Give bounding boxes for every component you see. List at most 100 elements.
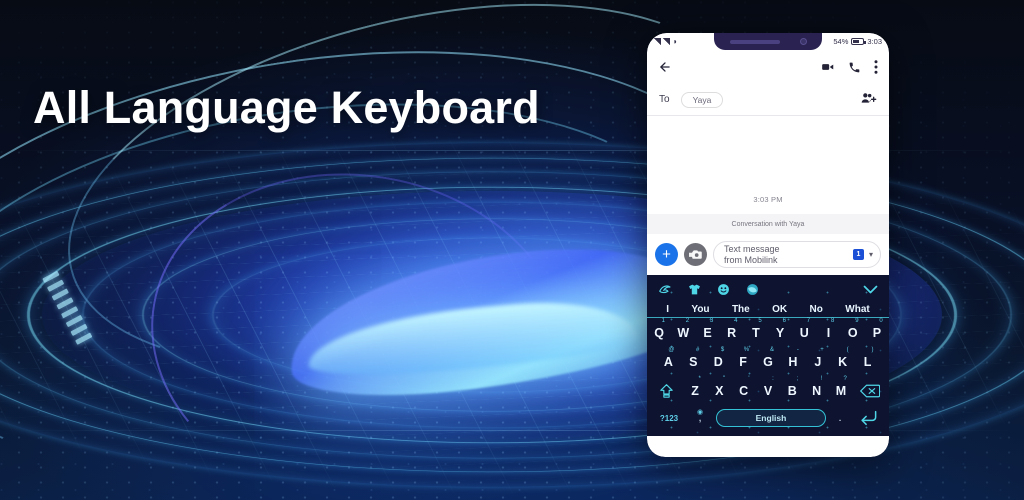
keyboard-toolbar xyxy=(647,278,889,301)
backspace-key-icon[interactable] xyxy=(853,377,886,404)
key-k[interactable]: (K xyxy=(830,347,855,375)
key-hint: ! xyxy=(820,376,823,382)
key-d[interactable]: $ D xyxy=(706,347,731,375)
comma-key[interactable]: ◉ , xyxy=(688,409,712,424)
suggestion-1[interactable]: You xyxy=(691,304,709,315)
key-u[interactable]: 7U xyxy=(792,318,816,346)
key-label: M xyxy=(835,383,847,398)
key-j[interactable]: + J xyxy=(805,347,830,375)
key-hint: + xyxy=(820,347,824,353)
earpiece-speaker xyxy=(729,39,780,44)
recipient-row[interactable]: To Yaya xyxy=(647,84,889,115)
key-hint: : xyxy=(772,376,774,382)
key-hint: ) xyxy=(871,347,874,353)
key-i[interactable]: 8I xyxy=(816,318,840,346)
numeric-key[interactable]: ?123 xyxy=(654,414,684,423)
key-hint: @ xyxy=(668,347,675,353)
key-x[interactable]: " X xyxy=(707,376,731,404)
video-call-icon[interactable] xyxy=(821,60,835,74)
key-label: X xyxy=(715,383,724,398)
sim-badge[interactable]: 1 xyxy=(852,249,864,260)
space-key[interactable]: English xyxy=(716,409,826,427)
suggestion-4[interactable]: No xyxy=(810,304,823,315)
key-t[interactable]: 5T xyxy=(744,318,768,346)
key-hint: 0 xyxy=(879,318,883,324)
key-hint: 8 xyxy=(830,318,835,324)
key-label: I xyxy=(826,325,831,340)
key-hint: * xyxy=(698,376,701,382)
overflow-menu-icon[interactable] xyxy=(874,60,878,74)
period-key[interactable]: . xyxy=(830,412,850,424)
battery-icon xyxy=(851,38,867,45)
key-label: H xyxy=(788,354,798,369)
chevron-down-icon[interactable]: ▾ xyxy=(869,250,873,259)
key-hint: ? xyxy=(843,376,847,382)
key-p[interactable]: 0P xyxy=(865,318,889,346)
keyboard-row-1: 1Q 2W 3E 4R 5T 6Y 7U 8I 9O 0P xyxy=(647,318,889,347)
key-label: Z xyxy=(691,383,699,398)
key-m[interactable]: ? M xyxy=(829,376,853,404)
suggestion-2[interactable]: The xyxy=(732,304,750,315)
key-a[interactable]: @ A xyxy=(656,347,681,375)
key-label: F xyxy=(739,354,747,369)
phone-mockup: ◑ 54% 3:03 To Yaya 3:03 PM Conversation … xyxy=(647,33,889,457)
key-n[interactable]: ! N xyxy=(804,376,828,404)
wifi-icon: ◑ xyxy=(672,36,677,46)
message-input-field[interactable]: Text message from Mobilink 1 ▾ xyxy=(713,241,881,268)
key-label: A xyxy=(663,354,673,369)
status-bar-right: 54% 3:03 xyxy=(833,37,882,46)
key-label: C xyxy=(739,383,749,398)
key-y[interactable]: 6Y xyxy=(768,318,792,346)
key-label: Q xyxy=(654,325,664,340)
suggestion-5[interactable]: What xyxy=(845,304,869,315)
recipient-chip[interactable]: Yaya xyxy=(680,91,724,108)
chevron-down-icon[interactable] xyxy=(863,281,878,299)
key-z[interactable]: * Z xyxy=(683,376,707,404)
sticker-icon[interactable] xyxy=(658,283,672,296)
key-hint: 2 xyxy=(685,318,690,324)
key-b[interactable]: ; B xyxy=(780,376,804,404)
key-e[interactable]: 3E xyxy=(695,318,719,346)
key-l[interactable]: ) L xyxy=(855,347,880,375)
add-people-icon[interactable] xyxy=(861,91,877,109)
key-h[interactable]: -H xyxy=(780,347,805,375)
emoji-icon[interactable] xyxy=(717,283,730,296)
suggestion-0[interactable]: I xyxy=(666,304,669,315)
key-label: U xyxy=(799,325,809,340)
battery-percent-label: 54% xyxy=(833,37,849,46)
phone-call-icon[interactable] xyxy=(848,61,861,74)
key-label: T xyxy=(752,325,760,340)
phone-notch xyxy=(714,33,822,50)
front-camera-icon xyxy=(799,38,807,45)
enter-key-icon[interactable] xyxy=(854,410,882,426)
shift-key-icon[interactable] xyxy=(650,377,683,404)
key-label: N xyxy=(812,383,822,398)
back-arrow-icon[interactable] xyxy=(658,60,672,74)
key-label: R xyxy=(727,325,737,340)
key-label: E xyxy=(703,325,712,340)
add-attachment-icon[interactable]: + xyxy=(655,243,678,266)
keyboard-row-4: ?123 ◉ , English . xyxy=(647,405,889,431)
key-q[interactable]: 1Q xyxy=(647,318,671,346)
phone-screen: ◑ 54% 3:03 To Yaya 3:03 PM Conversation … xyxy=(647,33,889,457)
key-r[interactable]: 4R xyxy=(720,318,744,346)
key-f[interactable]: % F xyxy=(731,347,756,375)
key-hint: 9 xyxy=(855,318,859,324)
message-placeholder-line1: Text message xyxy=(724,244,780,254)
key-label: K xyxy=(838,354,848,369)
key-c[interactable]: ' C xyxy=(732,376,756,404)
settings-orb-icon[interactable] xyxy=(746,283,759,296)
to-label: To xyxy=(659,94,670,105)
suggestion-3[interactable]: OK xyxy=(772,304,787,315)
key-o[interactable]: 9O xyxy=(841,318,865,346)
key-hint: 1 xyxy=(661,318,665,324)
key-hint: 3 xyxy=(709,318,714,324)
key-g[interactable]: & G xyxy=(756,347,781,375)
key-w[interactable]: 2W xyxy=(671,318,695,346)
key-v[interactable]: :V xyxy=(756,376,780,404)
emoji-small-icon: ◉ xyxy=(696,409,704,416)
status-clock: 3:03 xyxy=(867,37,882,46)
key-s[interactable]: # S xyxy=(681,347,706,375)
camera-icon[interactable] xyxy=(684,243,707,266)
theme-shirt-icon[interactable] xyxy=(688,283,701,296)
